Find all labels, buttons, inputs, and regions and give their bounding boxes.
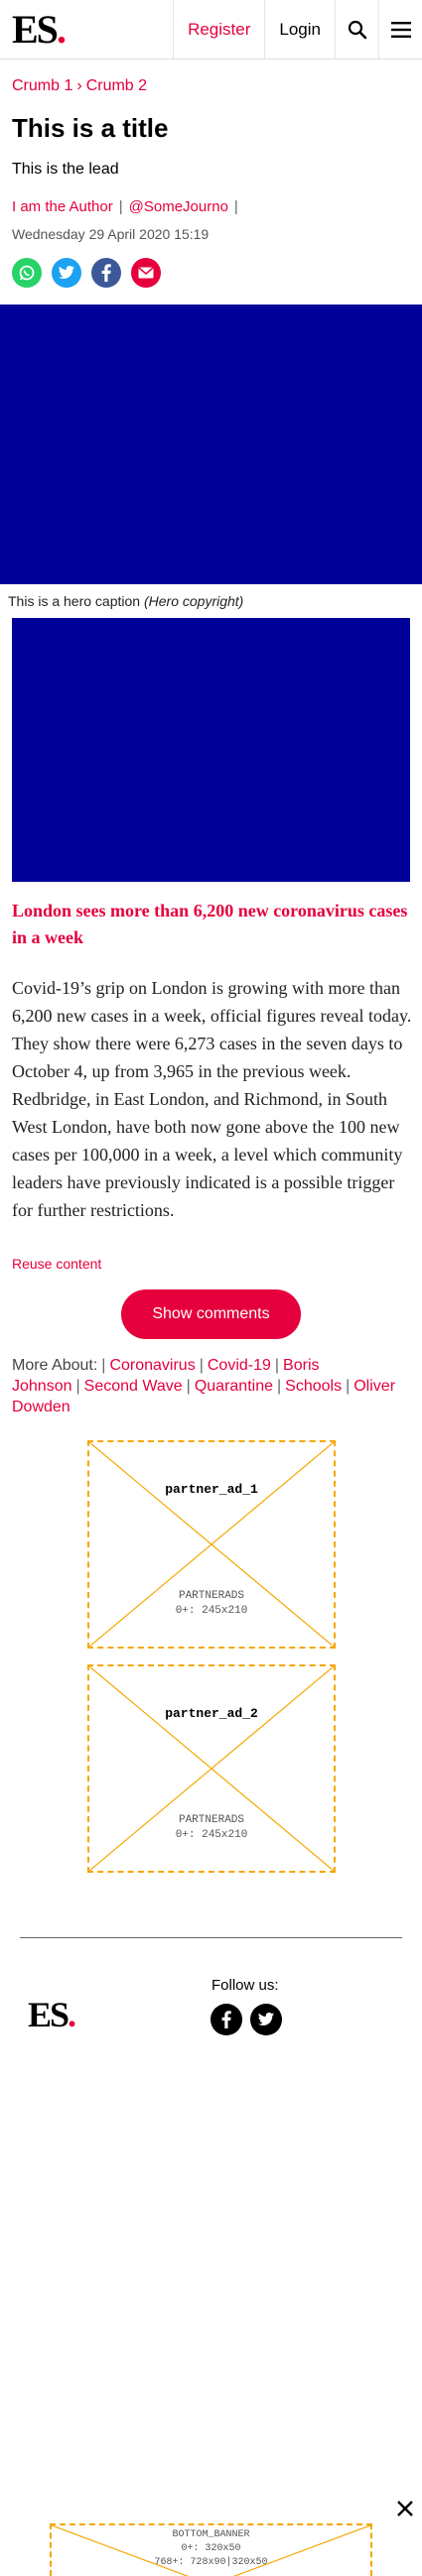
ad-name: partner_ad_2	[165, 1706, 258, 1721]
twitter-follow-button[interactable]	[250, 2004, 282, 2035]
social-links	[211, 2004, 282, 2035]
breadcrumb-item[interactable]: Crumb 1	[12, 77, 72, 95]
byline: I am the Author | @SomeJourno |	[12, 198, 238, 215]
article-body: Covid-19’s grip on London is growing wit…	[12, 978, 412, 1220]
facebook-follow-button[interactable]	[211, 2004, 242, 2035]
article-subheading: London sees more than 6,200 new coronavi…	[12, 901, 408, 947]
close-icon	[397, 2501, 413, 2516]
site-header: ES. Register Login	[0, 0, 422, 60]
page-title: This is a title	[12, 113, 169, 143]
search-icon	[348, 20, 366, 39]
breadcrumb: Crumb 1 › Crumb 2	[12, 77, 147, 95]
site-logo[interactable]: ES.	[0, 0, 67, 59]
ad-size: 768+: 728x90|320x50	[154, 2557, 268, 2568]
ad-name: partner_ad_1	[165, 1482, 258, 1497]
facebook-share-button[interactable]	[91, 258, 121, 288]
topic-link[interactable]: Covid-19	[208, 1357, 271, 1374]
ad-provider: PARTNERADS	[178, 1590, 244, 1602]
hamburger-menu-icon	[390, 21, 411, 38]
reuse-content-link[interactable]: Reuse content	[12, 1256, 101, 1272]
hero-image	[0, 305, 422, 584]
byline-separator: |	[118, 198, 123, 215]
footer-divider	[20, 1937, 402, 1938]
login-link[interactable]: Login	[264, 0, 335, 59]
publish-date: Wednesday 29 April 2020 15:19	[12, 226, 210, 242]
hero-copyright: (Hero copyright)	[143, 593, 244, 609]
ad-size: 0+: 245x210	[175, 1605, 248, 1617]
hero-caption: This is a hero caption (Hero copyright)	[8, 593, 244, 609]
email-share-button[interactable]	[131, 258, 161, 288]
ad-provider: PARTNERADS	[178, 1814, 244, 1826]
twitter-icon	[258, 2012, 274, 2026]
facebook-icon	[101, 264, 111, 282]
share-bar	[12, 258, 161, 288]
close-banner-button[interactable]	[393, 2497, 417, 2520]
byline-separator: |	[233, 198, 238, 215]
whatsapp-share-button[interactable]	[12, 258, 42, 288]
bottom-banner-ad[interactable]: BOTTOM_BANNER 0+: 320x50 768+: 728x90|32…	[50, 2523, 372, 2576]
partner-ad-placeholder[interactable]: partner_ad_2 PARTNERADS 0+: 245x210	[87, 1664, 336, 1873]
twitter-share-button[interactable]	[52, 258, 81, 288]
breadcrumb-item[interactable]: Crumb 2	[86, 77, 147, 95]
article-lead: This is the lead	[12, 161, 119, 178]
show-comments-button[interactable]: Show comments	[121, 1289, 301, 1339]
partner-ad-placeholder[interactable]: partner_ad_1 PARTNERADS 0+: 245x210	[87, 1440, 336, 1649]
ad-size: 0+: 320x50	[181, 2543, 241, 2554]
author-link[interactable]: I am the Author	[12, 198, 113, 215]
more-about-label: More About:	[12, 1357, 98, 1374]
twitter-icon	[59, 265, 74, 280]
breadcrumb-separator: ›	[76, 77, 82, 94]
topic-link[interactable]: Schools	[285, 1378, 342, 1395]
topic-link[interactable]: Second Wave	[84, 1378, 183, 1395]
author-twitter-handle[interactable]: @SomeJourno	[129, 198, 228, 215]
follow-us-label: Follow us:	[211, 1977, 279, 1994]
email-icon	[138, 267, 154, 279]
footer-logo[interactable]: ES.	[28, 1994, 76, 2035]
ad-size: 0+: 245x210	[175, 1829, 248, 1841]
topic-link[interactable]: Coronavirus	[109, 1357, 195, 1374]
more-about-topics: More About: | Coronavirus | Covid-19 | Boris J…	[12, 1357, 396, 1415]
register-link[interactable]: Register	[173, 0, 264, 59]
topic-link[interactable]: Quarantine	[195, 1378, 273, 1395]
facebook-icon	[221, 2011, 231, 2028]
ad-name: BOTTOM_BANNER	[172, 2529, 250, 2540]
whatsapp-icon	[19, 265, 35, 281]
inline-image	[12, 618, 410, 882]
search-button[interactable]	[335, 0, 378, 59]
menu-button[interactable]	[378, 0, 422, 59]
